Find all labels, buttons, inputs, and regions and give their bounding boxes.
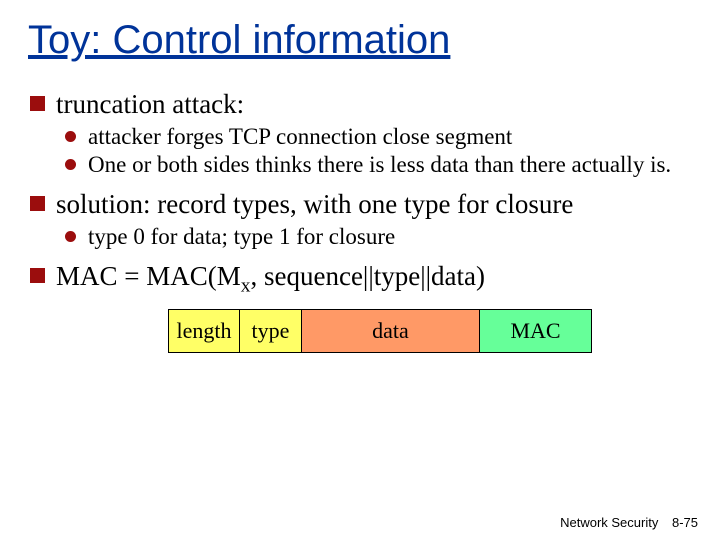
cell-mac: MAC [480,309,592,353]
footer-page: 8-75 [672,515,698,530]
footer-label: Network Security [560,515,658,530]
spacer [28,179,692,189]
mac-formula-post: , sequence||type||data) [250,261,485,291]
bullet-solution: solution: record types, with one type fo… [28,189,692,221]
cell-length: length [168,309,240,353]
footer: Network Security 8-75 [560,515,698,530]
mac-formula-pre: MAC = MAC(M [56,261,241,291]
subbullet-forges-tcp: attacker forges TCP connection close seg… [28,123,692,150]
bullet-mac-formula: MAC = MAC(Mx, sequence||type||data) [28,261,692,293]
record-diagram: length type data MAC [168,309,692,353]
slide-title: Toy: Control information [28,18,692,63]
subbullet-type0-type1: type 0 for data; type 1 for closure [28,223,692,250]
subbullet-less-data: One or both sides thinks there is less d… [28,151,692,178]
cell-data: data [302,309,480,353]
bullet-truncation-attack: truncation attack: [28,89,692,121]
cell-type: type [240,309,302,353]
spacer [28,251,692,261]
slide: Toy: Control information truncation atta… [0,0,720,540]
